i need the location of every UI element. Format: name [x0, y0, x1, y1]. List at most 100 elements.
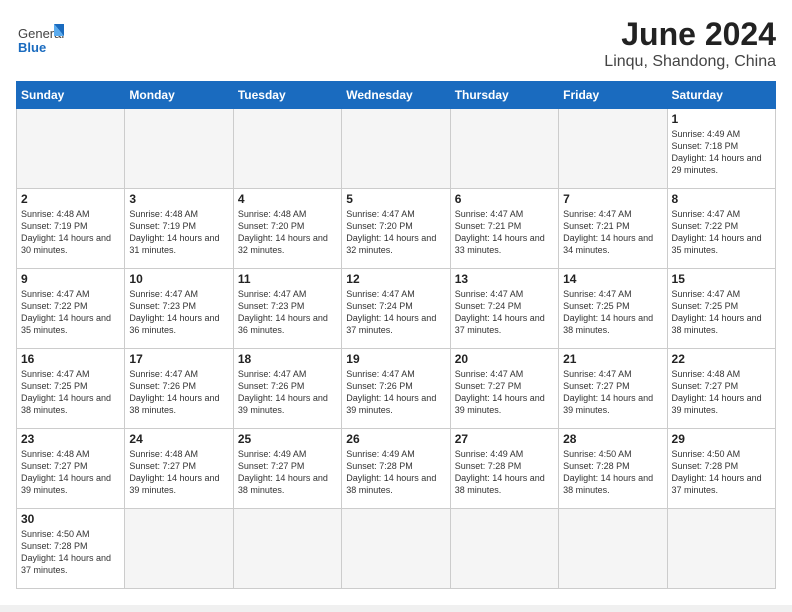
- calendar-subtitle: Linqu, Shandong, China: [604, 53, 776, 71]
- day-info: Sunrise: 4:48 AM Sunset: 7:27 PM Dayligh…: [21, 448, 120, 497]
- day-number: 20: [455, 352, 554, 366]
- weekday-header-saturday: Saturday: [667, 82, 775, 109]
- calendar-cell: [342, 509, 450, 589]
- calendar-cell: 24 Sunrise: 4:48 AM Sunset: 7:27 PM Dayli…: [125, 429, 233, 509]
- day-info: Sunrise: 4:47 AM Sunset: 7:20 PM Dayligh…: [346, 208, 445, 257]
- day-info: Sunrise: 4:47 AM Sunset: 7:26 PM Dayligh…: [346, 368, 445, 417]
- calendar-cell: [17, 109, 125, 189]
- day-number: 3: [129, 192, 228, 206]
- calendar-table: SundayMondayTuesdayWednesdayThursdayFrid…: [16, 81, 776, 589]
- page: General Blue June 2024 Linqu, Shandong, …: [0, 0, 792, 605]
- calendar-cell: 13Sunrise: 4:47 AM Sunset: 7:24 PM Dayli…: [450, 269, 558, 349]
- day-number: 11: [238, 272, 337, 286]
- logo: General Blue: [16, 16, 64, 64]
- week-row-4: 16Sunrise: 4:47 AM Sunset: 7:25 PM Dayli…: [17, 349, 776, 429]
- weekday-header-monday: Monday: [125, 82, 233, 109]
- day-number: 28: [563, 432, 662, 446]
- calendar-cell: 8 Sunrise: 4:47 AM Sunset: 7:22 PM Daylig…: [667, 189, 775, 269]
- day-info: Sunrise: 4:48 AM Sunset: 7:27 PM Dayligh…: [129, 448, 228, 497]
- calendar-cell: 1Sunrise: 4:49 AM Sunset: 7:18 PM Daylig…: [667, 109, 775, 189]
- calendar-cell: 25Sunrise: 4:49 AM Sunset: 7:27 PM Dayli…: [233, 429, 341, 509]
- week-row-2: 2 Sunrise: 4:48 AM Sunset: 7:19 PM Daylig…: [17, 189, 776, 269]
- week-row-1: 1Sunrise: 4:49 AM Sunset: 7:18 PM Daylig…: [17, 109, 776, 189]
- day-info: Sunrise: 4:50 AM Sunset: 7:28 PM Dayligh…: [21, 528, 120, 577]
- calendar-cell: 18 Sunrise: 4:47 AM Sunset: 7:26 PM Dayli…: [233, 349, 341, 429]
- calendar-cell: [667, 509, 775, 589]
- day-number: 19: [346, 352, 445, 366]
- calendar-cell: 10 Sunrise: 4:47 AM Sunset: 7:23 PM Dayli…: [125, 269, 233, 349]
- calendar-cell: 29Sunrise: 4:50 AM Sunset: 7:28 PM Dayli…: [667, 429, 775, 509]
- weekday-header-friday: Friday: [559, 82, 667, 109]
- calendar-cell: 3 Sunrise: 4:48 AM Sunset: 7:19 PM Daylig…: [125, 189, 233, 269]
- day-info: Sunrise: 4:48 AM Sunset: 7:20 PM Dayligh…: [238, 208, 337, 257]
- svg-text:Blue: Blue: [18, 40, 46, 55]
- day-number: 21: [563, 352, 662, 366]
- day-info: Sunrise: 4:48 AM Sunset: 7:19 PM Dayligh…: [21, 208, 120, 257]
- calendar-cell: 23 Sunrise: 4:48 AM Sunset: 7:27 PM Dayli…: [17, 429, 125, 509]
- day-number: 14: [563, 272, 662, 286]
- day-number: 27: [455, 432, 554, 446]
- calendar-cell: 16Sunrise: 4:47 AM Sunset: 7:25 PM Dayli…: [17, 349, 125, 429]
- day-info: Sunrise: 4:47 AM Sunset: 7:25 PM Dayligh…: [672, 288, 771, 337]
- day-number: 2: [21, 192, 120, 206]
- calendar-cell: 5Sunrise: 4:47 AM Sunset: 7:20 PM Daylig…: [342, 189, 450, 269]
- calendar-cell: 30Sunrise: 4:50 AM Sunset: 7:28 PM Dayli…: [17, 509, 125, 589]
- calendar-cell: [450, 509, 558, 589]
- calendar-cell: 14 Sunrise: 4:47 AM Sunset: 7:25 PM Dayli…: [559, 269, 667, 349]
- day-info: Sunrise: 4:47 AM Sunset: 7:21 PM Dayligh…: [455, 208, 554, 257]
- week-row-6: 30Sunrise: 4:50 AM Sunset: 7:28 PM Dayli…: [17, 509, 776, 589]
- day-info: Sunrise: 4:47 AM Sunset: 7:22 PM Dayligh…: [21, 288, 120, 337]
- day-number: 24: [129, 432, 228, 446]
- calendar-cell: [125, 509, 233, 589]
- day-info: Sunrise: 4:49 AM Sunset: 7:28 PM Dayligh…: [455, 448, 554, 497]
- calendar-cell: 19 Sunrise: 4:47 AM Sunset: 7:26 PM Dayli…: [342, 349, 450, 429]
- day-number: 29: [672, 432, 771, 446]
- calendar-cell: 2 Sunrise: 4:48 AM Sunset: 7:19 PM Daylig…: [17, 189, 125, 269]
- week-row-5: 23 Sunrise: 4:48 AM Sunset: 7:27 PM Dayli…: [17, 429, 776, 509]
- day-number: 15: [672, 272, 771, 286]
- calendar-cell: 6 Sunrise: 4:47 AM Sunset: 7:21 PM Daylig…: [450, 189, 558, 269]
- day-info: Sunrise: 4:47 AM Sunset: 7:27 PM Dayligh…: [563, 368, 662, 417]
- day-info: Sunrise: 4:47 AM Sunset: 7:25 PM Dayligh…: [563, 288, 662, 337]
- day-number: 6: [455, 192, 554, 206]
- day-info: Sunrise: 4:47 AM Sunset: 7:26 PM Dayligh…: [238, 368, 337, 417]
- day-number: 25: [238, 432, 337, 446]
- day-number: 4: [238, 192, 337, 206]
- day-info: Sunrise: 4:47 AM Sunset: 7:25 PM Dayligh…: [21, 368, 120, 417]
- day-number: 10: [129, 272, 228, 286]
- calendar-cell: 11Sunrise: 4:47 AM Sunset: 7:23 PM Dayli…: [233, 269, 341, 349]
- logo-icon: General Blue: [16, 16, 64, 64]
- day-number: 23: [21, 432, 120, 446]
- day-info: Sunrise: 4:47 AM Sunset: 7:24 PM Dayligh…: [455, 288, 554, 337]
- calendar-cell: [342, 109, 450, 189]
- day-info: Sunrise: 4:47 AM Sunset: 7:23 PM Dayligh…: [129, 288, 228, 337]
- weekday-header-wednesday: Wednesday: [342, 82, 450, 109]
- calendar-cell: 20 Sunrise: 4:47 AM Sunset: 7:27 PM Dayli…: [450, 349, 558, 429]
- calendar-cell: [559, 509, 667, 589]
- day-info: Sunrise: 4:47 AM Sunset: 7:27 PM Dayligh…: [455, 368, 554, 417]
- calendar-cell: 22Sunrise: 4:48 AM Sunset: 7:27 PM Dayli…: [667, 349, 775, 429]
- day-info: Sunrise: 4:48 AM Sunset: 7:19 PM Dayligh…: [129, 208, 228, 257]
- day-number: 18: [238, 352, 337, 366]
- day-info: Sunrise: 4:47 AM Sunset: 7:22 PM Dayligh…: [672, 208, 771, 257]
- header: General Blue June 2024 Linqu, Shandong, …: [16, 16, 776, 71]
- weekday-header-sunday: Sunday: [17, 82, 125, 109]
- calendar-cell: 4 Sunrise: 4:48 AM Sunset: 7:20 PM Daylig…: [233, 189, 341, 269]
- day-number: 22: [672, 352, 771, 366]
- day-number: 26: [346, 432, 445, 446]
- week-row-3: 9Sunrise: 4:47 AM Sunset: 7:22 PM Daylig…: [17, 269, 776, 349]
- calendar-cell: [450, 109, 558, 189]
- day-info: Sunrise: 4:47 AM Sunset: 7:24 PM Dayligh…: [346, 288, 445, 337]
- day-info: Sunrise: 4:50 AM Sunset: 7:28 PM Dayligh…: [563, 448, 662, 497]
- weekday-header-thursday: Thursday: [450, 82, 558, 109]
- day-number: 8: [672, 192, 771, 206]
- title-block: June 2024 Linqu, Shandong, China: [604, 16, 776, 71]
- weekday-header-tuesday: Tuesday: [233, 82, 341, 109]
- day-info: Sunrise: 4:49 AM Sunset: 7:28 PM Dayligh…: [346, 448, 445, 497]
- calendar-cell: 28 Sunrise: 4:50 AM Sunset: 7:28 PM Dayli…: [559, 429, 667, 509]
- calendar-title: June 2024: [604, 16, 776, 53]
- calendar-cell: 17Sunrise: 4:47 AM Sunset: 7:26 PM Dayli…: [125, 349, 233, 429]
- calendar-cell: 9Sunrise: 4:47 AM Sunset: 7:22 PM Daylig…: [17, 269, 125, 349]
- day-info: Sunrise: 4:47 AM Sunset: 7:26 PM Dayligh…: [129, 368, 228, 417]
- day-info: Sunrise: 4:47 AM Sunset: 7:21 PM Dayligh…: [563, 208, 662, 257]
